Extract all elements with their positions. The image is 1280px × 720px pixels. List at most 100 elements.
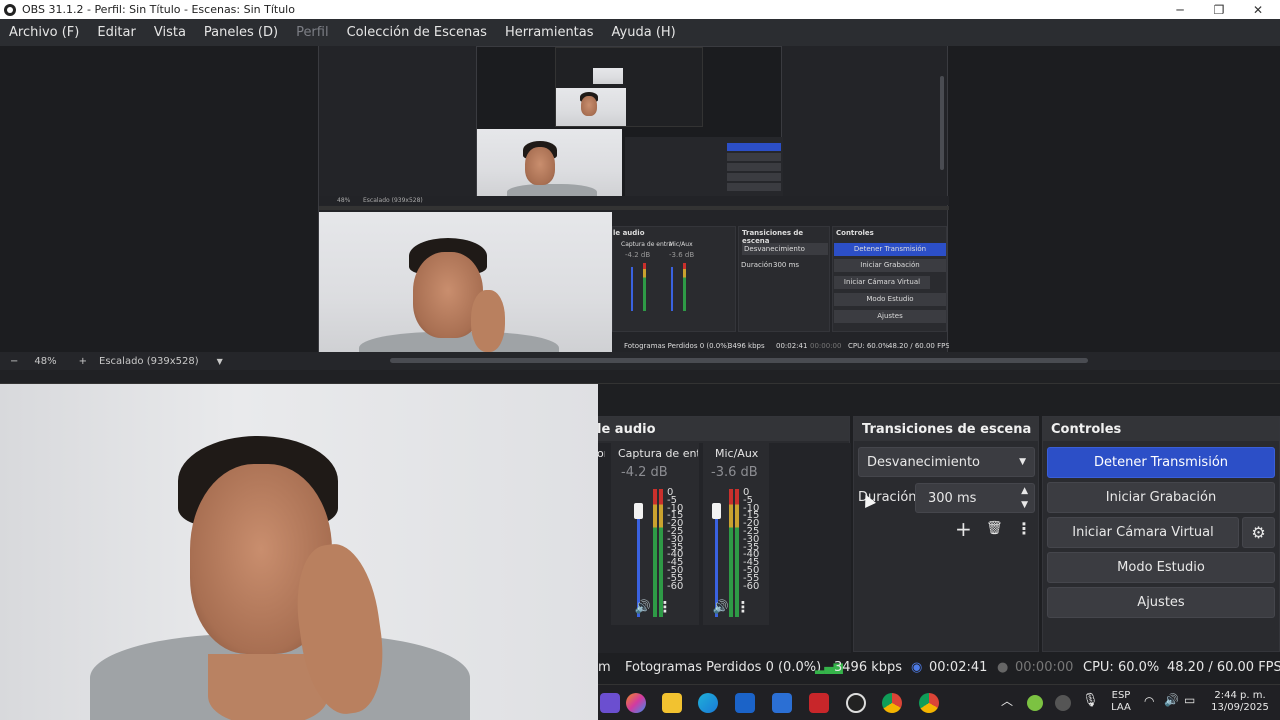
spin-up-icon[interactable]: ▲ xyxy=(1021,486,1028,496)
chrome-icon[interactable] xyxy=(919,693,939,713)
transition-menu-button[interactable]: ⋮ xyxy=(1016,519,1032,538)
studio-mode-button[interactable]: Modo Estudio xyxy=(1047,552,1275,583)
nested-audio-title: le audio xyxy=(613,229,645,237)
zoom-level: 48% xyxy=(34,355,57,367)
app-icon[interactable] xyxy=(600,693,620,713)
mcafee-icon[interactable] xyxy=(809,693,829,713)
nested-cpu: CPU: 60.0% xyxy=(848,342,890,350)
nested-start-recording: Iniciar Grabación xyxy=(834,259,946,272)
nested-fps: 48.20 / 60.00 FPS xyxy=(888,342,949,350)
settings-button[interactable]: Ajustes xyxy=(1047,587,1275,618)
remove-transition-button[interactable]: 🗑 xyxy=(986,521,1003,536)
nested-stop-stream-level2 xyxy=(727,143,781,151)
nested-bitrate: 3496 kbps xyxy=(728,342,765,350)
nested-button-level2 xyxy=(727,163,781,171)
channel-db: -3.6 dB xyxy=(711,465,758,480)
nested-level-meter xyxy=(683,263,686,311)
obs-logo-icon xyxy=(4,3,16,16)
nested-volume-track xyxy=(631,267,633,311)
maximize-button[interactable]: ❐ xyxy=(1199,0,1239,19)
audio-mixer-body: or Captura de entra -4.2 dB 0-5-10-15-20… xyxy=(561,443,851,653)
tray-app-icon[interactable] xyxy=(1027,695,1043,711)
menu-herramientas[interactable]: Herramientas xyxy=(496,25,603,40)
nested-volume-track xyxy=(671,267,673,311)
channel-menu-icon[interactable]: ⋮ xyxy=(657,597,673,617)
controls-title: Controles xyxy=(1043,417,1279,441)
close-button[interactable]: ✕ xyxy=(1238,0,1278,19)
nested-dropped-frames: Fotogramas Perdidos 0 (0.0%) xyxy=(624,342,730,350)
audio-channel-desktop: Captura de entra -4.2 dB 0-5-10-15-20-25… xyxy=(611,443,699,625)
spin-down-icon[interactable]: ▼ xyxy=(1021,500,1028,510)
language-indicator[interactable]: ESP LAA xyxy=(1108,690,1134,714)
tray-chevron-icon[interactable]: ︿ xyxy=(1001,695,1013,707)
nested-stream-time: 00:02:41 xyxy=(776,342,808,350)
controls-panel: Controles Detener Transmisión Iniciar Gr… xyxy=(1042,416,1280,652)
transition-select[interactable]: Desvanecimiento ▼ xyxy=(858,447,1035,477)
speaker-icon[interactable]: 🔊 xyxy=(711,597,731,617)
nested-preview-level3 xyxy=(555,47,703,127)
channel-menu-icon[interactable]: ⋮ xyxy=(735,597,751,617)
stop-stream-button[interactable]: Detener Transmisión xyxy=(1047,447,1275,478)
bitrate: 3496 kbps xyxy=(834,660,903,675)
obs-taskbar-icon[interactable] xyxy=(846,693,866,713)
battery-icon[interactable]: ▭ xyxy=(1184,694,1195,706)
nested-rec-time: 00:00:00 xyxy=(810,342,842,350)
file-explorer-icon[interactable] xyxy=(662,693,682,713)
virtual-camera-button[interactable]: Iniciar Cámara Virtual xyxy=(1047,517,1239,548)
fps: 48.20 / 60.00 FPS xyxy=(1167,660,1280,675)
volume-slider-handle[interactable] xyxy=(634,503,643,519)
nested-button-level2 xyxy=(727,173,781,181)
volume-slider-handle[interactable] xyxy=(712,503,721,519)
nested-channel-1: Captura de entra xyxy=(621,241,673,248)
volume-icon[interactable]: 🔊 xyxy=(1164,694,1179,706)
nested-zoombar: 48% Escalado (939x528) xyxy=(319,196,949,205)
menu-perfil: Perfil xyxy=(296,25,329,40)
clock[interactable]: 2:44 p. m. 13/09/2025 xyxy=(1208,690,1272,714)
whiteboard-icon[interactable] xyxy=(772,693,792,713)
horizontal-scrollbar[interactable] xyxy=(390,358,1088,363)
duration-value: 300 ms xyxy=(928,490,977,506)
menu-archivo[interactable]: Archivo (F) xyxy=(0,25,88,40)
speaker-icon[interactable]: 🔊 xyxy=(633,597,653,617)
minimize-button[interactable]: ─ xyxy=(1160,0,1200,19)
menu-ayuda[interactable]: Ayuda (H) xyxy=(603,25,685,40)
webcam-overlay xyxy=(0,384,598,720)
duration-spinbox[interactable]: 300 ms ▲ ▼ xyxy=(915,483,1035,513)
channel-name: Mic/Aux xyxy=(715,447,759,460)
nested-controls: Controles Detener Transmisión Iniciar Gr… xyxy=(832,226,947,332)
menu-editar[interactable]: Editar xyxy=(88,25,145,40)
chrome-icon[interactable] xyxy=(882,693,902,713)
microphone-icon[interactable]: 🎙 xyxy=(1082,694,1099,707)
nested-transitions: Transiciones de escena Desvanecimiento D… xyxy=(738,226,830,332)
nested-preview-level2 xyxy=(476,46,783,199)
nested-channel-1-db: -4.2 dB xyxy=(625,251,651,259)
store-icon[interactable] xyxy=(735,693,755,713)
chevron-down-icon: ▼ xyxy=(1019,457,1026,467)
menu-vista[interactable]: Vista xyxy=(145,25,195,40)
channel-db: -4.2 dB xyxy=(621,465,668,480)
wifi-icon[interactable]: ◠ xyxy=(1144,695,1154,707)
zoom-out-button[interactable]: − xyxy=(10,356,18,367)
add-transition-button[interactable]: + xyxy=(955,517,972,541)
copilot-icon[interactable] xyxy=(626,693,646,713)
virtual-camera-settings-gear-icon[interactable]: ⚙ xyxy=(1242,517,1275,548)
nested-button-level2 xyxy=(727,183,781,191)
title-bar: OBS 31.1.2 - Perfil: Sin Título - Escena… xyxy=(0,0,1280,19)
scale-dropdown-icon[interactable]: ▼ xyxy=(217,357,223,366)
meter-scale: 0 -5 -10 -15 -20 -25 -30 -35 -40 -45 -50 -55 -60 xyxy=(667,487,684,592)
nested-level-meter xyxy=(643,263,646,311)
nested-studio-mode: Modo Estudio xyxy=(834,293,946,306)
scale-label: Escalado (939x528) xyxy=(99,355,199,367)
edge-icon[interactable] xyxy=(698,693,718,713)
start-recording-button[interactable]: Iniciar Grabación xyxy=(1047,482,1275,513)
window-title: OBS 31.1.2 - Perfil: Sin Título - Escena… xyxy=(22,3,295,16)
zoom-in-button[interactable]: + xyxy=(79,356,87,367)
nested-status-bar: Fotogramas Perdidos 0 (0.0%) 3496 kbps 0… xyxy=(612,342,949,352)
nested-channel-2-db: -3.6 dB xyxy=(669,251,695,259)
nested-divider xyxy=(319,206,949,210)
audio-mixer-panel: le audio or Captura de entra -4.2 dB 0-5… xyxy=(560,416,851,653)
tray-network-off-icon[interactable] xyxy=(1055,695,1071,711)
camera-feed-nested xyxy=(319,212,612,355)
menu-coleccion-escenas[interactable]: Colección de Escenas xyxy=(338,25,496,40)
menu-paneles[interactable]: Paneles (D) xyxy=(195,25,287,40)
